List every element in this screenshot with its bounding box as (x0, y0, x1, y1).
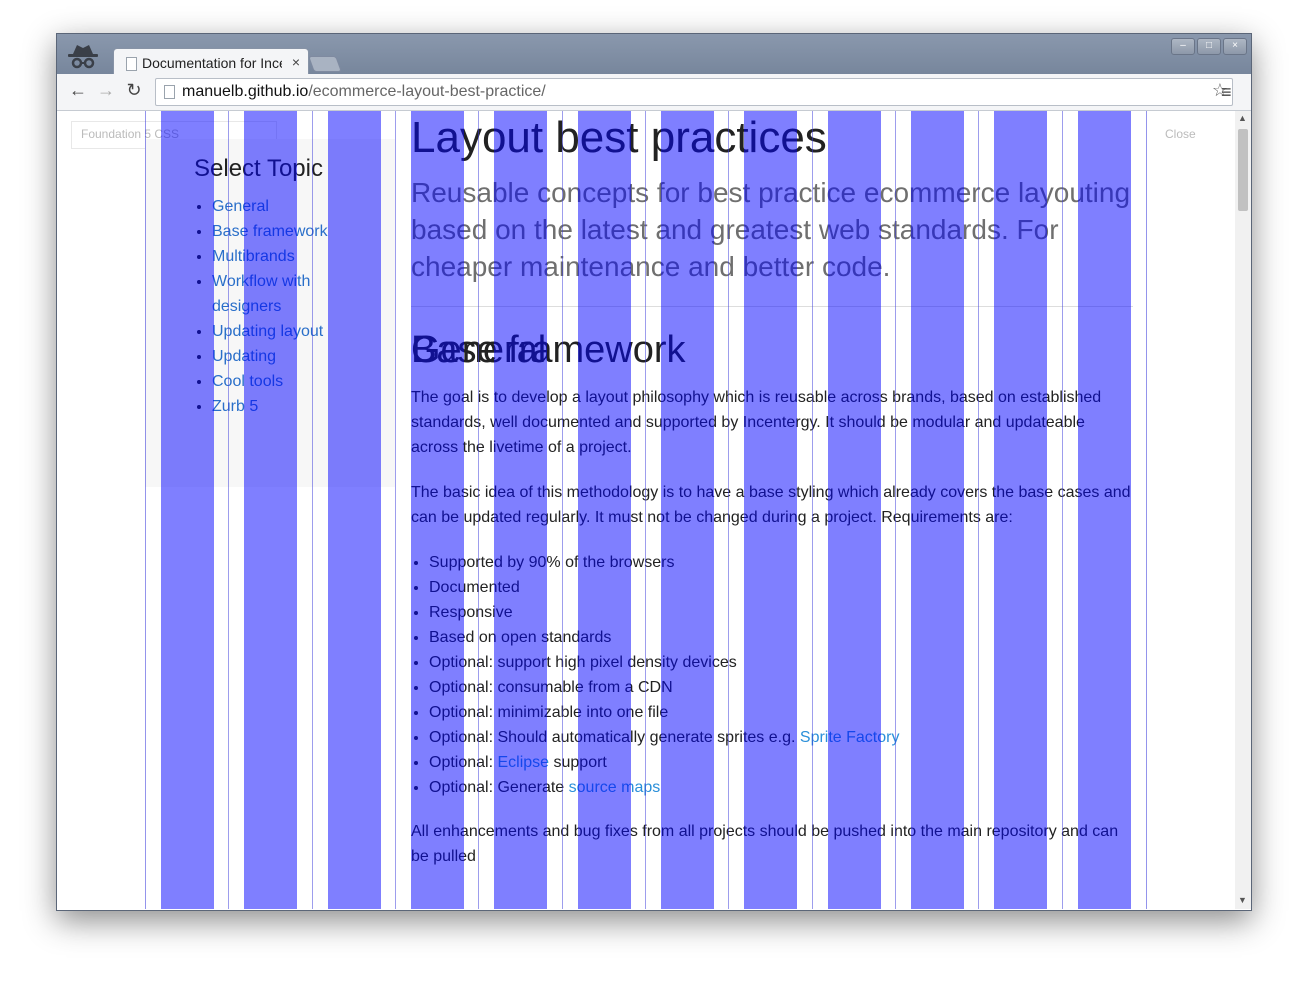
topic-list: General Base framework Multibrands Workf… (194, 194, 352, 419)
sidebar-title: Select Topic (194, 155, 323, 182)
browser-window: Documentation for Incentergy × – □ × ← →… (56, 33, 1252, 911)
list-item: Updating (212, 344, 352, 369)
requirements-list: Supported by 90% of the browsers Documen… (411, 550, 1129, 800)
forward-icon[interactable]: → (95, 80, 117, 101)
paragraph: The goal is to develop a layout philosop… (411, 389, 1102, 456)
list-item: Optional: Generate source maps (429, 775, 1129, 800)
scroll-up-arrow-icon[interactable]: ▲ (1238, 113, 1247, 123)
divider (411, 306, 1133, 307)
topic-link-cool-tools[interactable]: Cool tools (212, 373, 283, 390)
topic-link-updating[interactable]: Updating (212, 348, 276, 365)
topic-link-workflow[interactable]: Workflow with designers (212, 273, 310, 315)
list-item: Multibrands (212, 244, 352, 269)
paragraph: All enhancements and bug fixes from all … (411, 823, 1119, 865)
topic-link-base-framework[interactable]: Base framework (212, 223, 328, 240)
faded-close-label: Close (1165, 127, 1196, 141)
incognito-icon (65, 42, 101, 70)
maximize-button[interactable]: □ (1197, 38, 1221, 55)
scrollbar-thumb[interactable] (1238, 129, 1248, 211)
paragraph: The basic idea of this methodology is to… (411, 484, 1131, 526)
list-item: Optional: minimizable into one file (429, 700, 1129, 725)
eclipse-link[interactable]: Eclipse (497, 754, 549, 771)
page-icon (164, 85, 175, 99)
tab-title: Documentation for Incentergy (142, 55, 282, 71)
subheader: Reusable concepts for best practice ecom… (411, 177, 1131, 282)
list-item: Workflow with designers (212, 269, 352, 319)
title-bar: Documentation for Incentergy × – □ × (57, 34, 1251, 77)
list-item: Updating layout (212, 319, 352, 344)
list-item: General (212, 194, 352, 219)
sprite-factory-link[interactable]: Sprite Factory (800, 729, 900, 746)
back-icon[interactable]: ← (67, 80, 89, 101)
vertical-scrollbar[interactable]: ▲ ▼ (1235, 111, 1251, 909)
page-viewport: Foundation 5 CSS Close Select Topic Gene… (57, 111, 1235, 909)
grid-outer-line (1146, 111, 1147, 909)
grid-gutter-line (395, 111, 396, 909)
source-maps-link[interactable]: source maps (569, 779, 661, 796)
list-item: Documented (429, 575, 1129, 600)
topic-link-zurb-5[interactable]: Zurb 5 (212, 398, 258, 415)
list-item: Cool tools (212, 369, 352, 394)
reload-icon[interactable]: ↻ (123, 80, 145, 101)
browser-toolbar: ← → ↻ manuelb.github.io/ecommerce-layout… (57, 74, 1251, 111)
page-icon (126, 57, 137, 71)
list-item: Optional: Should automatically generate … (429, 725, 1129, 750)
chrome-menu-icon[interactable]: ≡ (1221, 82, 1232, 103)
list-item: Supported by 90% of the browsers (429, 550, 1129, 575)
list-item: Zurb 5 (212, 394, 352, 419)
url-text[interactable]: manuelb.github.io/ecommerce-layout-best-… (182, 83, 546, 101)
close-tab-icon[interactable]: × (292, 54, 300, 70)
scroll-down-arrow-icon[interactable]: ▼ (1238, 895, 1247, 905)
section-heading-base-framework: Base framework (411, 329, 686, 371)
topic-link-multibrands[interactable]: Multibrands (212, 248, 295, 265)
list-item: Optional: support high pixel density dev… (429, 650, 1129, 675)
list-item: Based on open standards (429, 625, 1129, 650)
list-item: Optional: consumable from a CDN (429, 675, 1129, 700)
browser-tab[interactable]: Documentation for Incentergy × (113, 48, 309, 77)
list-item: Optional: Eclipse support (429, 750, 1129, 775)
topic-link-general[interactable]: General (212, 198, 269, 215)
list-item: Base framework (212, 219, 352, 244)
close-window-button[interactable]: × (1223, 38, 1247, 55)
address-bar[interactable]: manuelb.github.io/ecommerce-layout-best-… (155, 78, 1233, 106)
topic-link-updating-layout[interactable]: Updating layout (212, 323, 323, 340)
list-item: Responsive (429, 600, 1129, 625)
new-tab-button[interactable] (308, 56, 342, 72)
page-title: Layout best practices (411, 113, 827, 162)
minimize-button[interactable]: – (1171, 38, 1195, 55)
